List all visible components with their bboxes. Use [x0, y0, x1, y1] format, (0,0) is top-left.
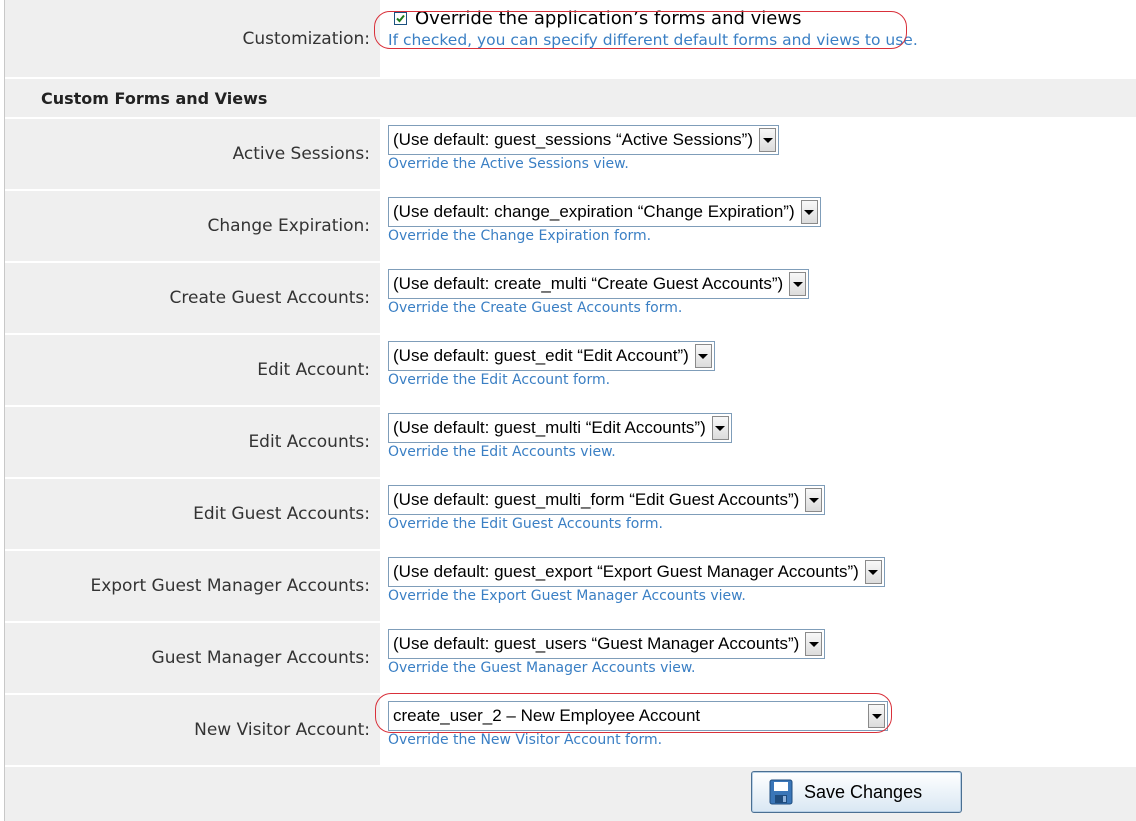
- chevron-down-icon[interactable]: [805, 632, 823, 656]
- row-hint: Override the Edit Account form.: [388, 372, 611, 388]
- row-label-edit-accounts: Edit Accounts:: [5, 406, 380, 479]
- section-header-row: Custom Forms and Views: [5, 78, 1136, 119]
- chevron-down-icon[interactable]: [800, 200, 818, 224]
- select-value: (Use default: create_multi “Create Guest…: [393, 274, 784, 293]
- select-edit-guest-accounts[interactable]: (Use default: guest_multi_form “Edit Gue…: [388, 485, 826, 515]
- select-value: (Use default: change_expiration “Change …: [393, 202, 795, 221]
- row-hint: Override the Active Sessions view.: [388, 156, 629, 172]
- form-table: Customization: Override the application’…: [5, 0, 1136, 821]
- select-guest-manager-accounts[interactable]: (Use default: guest_users “Guest Manager…: [388, 629, 826, 659]
- select-change-expiration[interactable]: (Use default: change_expiration “Change …: [388, 197, 821, 227]
- select-edit-accounts[interactable]: (Use default: guest_multi “Edit Accounts…: [388, 413, 732, 443]
- row-label-export-guest-manager-accounts: Export Guest Manager Accounts:: [5, 550, 380, 623]
- form-row: Create Guest Accounts: (Use default: cre…: [5, 262, 1136, 335]
- form-row: Edit Guest Accounts: (Use default: guest…: [5, 478, 1136, 551]
- form-row: New Visitor Account: create_user_2 – New…: [5, 694, 1136, 767]
- customization-row: Customization: Override the application’…: [5, 0, 1136, 79]
- row-label-edit-account: Edit Account:: [5, 334, 380, 407]
- save-changes-button[interactable]: Save Changes: [751, 771, 962, 813]
- row-label-guest-manager-accounts: Guest Manager Accounts:: [5, 622, 380, 695]
- select-edit-account[interactable]: (Use default: guest_edit “Edit Account”): [388, 341, 715, 371]
- form-row: Change Expiration: (Use default: change_…: [5, 190, 1136, 263]
- form-row: Guest Manager Accounts: (Use default: gu…: [5, 622, 1136, 695]
- row-hint: Override the Export Guest Manager Accoun…: [388, 588, 746, 604]
- select-active-sessions[interactable]: (Use default: guest_sessions “Active Ses…: [388, 125, 779, 155]
- row-hint: Override the New Visitor Account form.: [388, 732, 663, 748]
- customization-label: Customization:: [5, 0, 380, 79]
- check-mark-icon: [396, 14, 405, 23]
- row-label-edit-guest-accounts: Edit Guest Accounts:: [5, 478, 380, 551]
- select-value: (Use default: guest_multi_form “Edit Gue…: [393, 490, 800, 509]
- select-create-guest-accounts[interactable]: (Use default: create_multi “Create Guest…: [388, 269, 810, 299]
- section-title: Custom Forms and Views: [5, 78, 1136, 119]
- floppy-disk-icon: [769, 779, 793, 805]
- chevron-down-icon[interactable]: [868, 704, 885, 728]
- override-checkbox-line[interactable]: Override the application’s forms and vie…: [388, 8, 801, 29]
- select-value: (Use default: guest_multi “Edit Accounts…: [393, 418, 706, 437]
- select-value: (Use default: guest_users “Guest Manager…: [393, 634, 800, 653]
- form-row: Active Sessions: (Use default: guest_ses…: [5, 118, 1136, 191]
- row-label-active-sessions: Active Sessions:: [5, 118, 380, 191]
- chevron-down-icon[interactable]: [805, 488, 823, 512]
- customization-field: Override the application’s forms and vie…: [380, 0, 1136, 79]
- select-export-guest-manager-accounts[interactable]: (Use default: guest_export “Export Guest…: [388, 557, 885, 587]
- customization-hint: If checked, you can specify different de…: [388, 31, 918, 49]
- select-value: (Use default: guest_export “Export Guest…: [393, 562, 859, 581]
- guest-manager-customization-form: Customization: Override the application’…: [0, 0, 1136, 821]
- row-hint: Override the Create Guest Accounts form.: [388, 300, 683, 316]
- form-row: Edit Account: (Use default: guest_edit “…: [5, 334, 1136, 407]
- row-label-create-guest-accounts: Create Guest Accounts:: [5, 262, 380, 335]
- chevron-down-icon[interactable]: [789, 272, 807, 296]
- form-row: Export Guest Manager Accounts: (Use defa…: [5, 550, 1136, 623]
- chevron-down-icon[interactable]: [759, 128, 776, 152]
- row-label-new-visitor-account: New Visitor Account:: [5, 694, 380, 767]
- chevron-down-icon[interactable]: [694, 344, 712, 368]
- override-checkbox[interactable]: [394, 12, 407, 25]
- override-checkbox-label[interactable]: Override the application’s forms and vie…: [415, 8, 801, 29]
- row-hint: Override the Guest Manager Accounts view…: [388, 660, 696, 676]
- row-hint: Override the Change Expiration form.: [388, 228, 652, 244]
- row-label-change-expiration: Change Expiration:: [5, 190, 380, 263]
- footer-row: [5, 766, 1136, 821]
- select-value: (Use default: guest_edit “Edit Account”): [393, 346, 689, 365]
- select-new-visitor-account[interactable]: create_user_2 – New Employee Account: [388, 701, 888, 731]
- save-changes-label: Save Changes: [804, 781, 923, 802]
- chevron-down-icon[interactable]: [864, 560, 882, 584]
- chevron-down-icon[interactable]: [711, 416, 729, 440]
- form-row: Edit Accounts: (Use default: guest_multi…: [5, 406, 1136, 479]
- select-value: create_user_2 – New Employee Account: [393, 706, 701, 725]
- select-value: (Use default: guest_sessions “Active Ses…: [393, 130, 753, 149]
- row-hint: Override the Edit Accounts view.: [388, 444, 616, 460]
- row-hint: Override the Edit Guest Accounts form.: [388, 516, 663, 532]
